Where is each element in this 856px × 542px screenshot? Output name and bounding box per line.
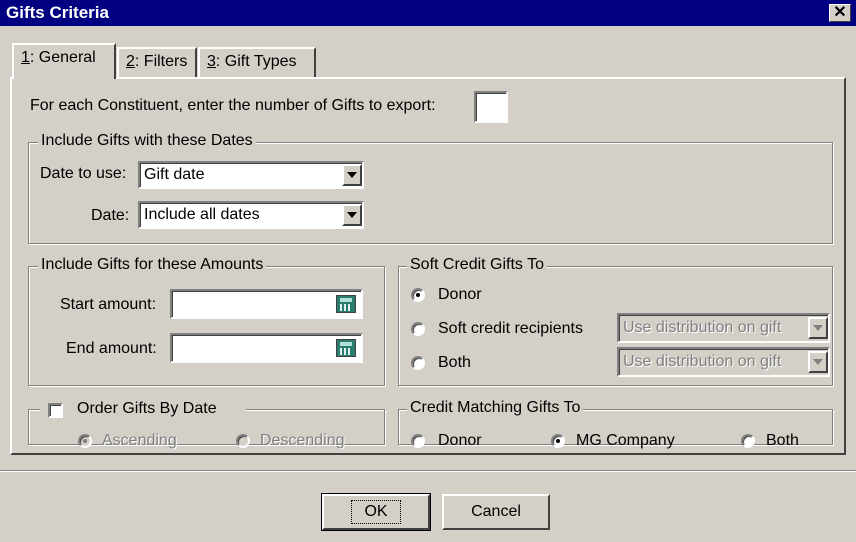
date-dropdown-button[interactable] [342, 204, 362, 226]
amounts-group [28, 266, 385, 386]
date-to-use-select[interactable]: Gift date [138, 161, 364, 189]
soft-credit-recipients-radio[interactable] [411, 322, 425, 336]
descending-radio[interactable] [236, 434, 250, 448]
radio-selected-dot [556, 439, 560, 443]
date-value: Include all dates [144, 206, 260, 223]
calculator-icon[interactable] [336, 339, 356, 357]
order-by-date-label: Order Gifts By Date [77, 400, 217, 417]
order-by-date-checkbox[interactable] [48, 403, 63, 418]
tab-gift-types-hotkey: 3 [207, 53, 216, 70]
num-gifts-label: For each Constituent, enter the number o… [30, 97, 436, 114]
window-title: Gifts Criteria [6, 3, 109, 22]
amounts-group-legend: Include Gifts for these Amounts [38, 256, 267, 274]
title-bar: Gifts Criteria ✕ [0, 0, 856, 26]
matching-group-legend: Credit Matching Gifts To [407, 399, 584, 417]
date-to-use-label: Date to use: [40, 165, 127, 182]
radio-selected-dot [416, 293, 420, 297]
radio-selected-dot [83, 439, 87, 443]
tab-general-hotkey: 1 [21, 49, 30, 66]
matching-both-radio[interactable] [741, 434, 755, 448]
close-icon: ✕ [833, 4, 847, 21]
ascending-radio[interactable] [78, 434, 92, 448]
soft-credit-both-radio[interactable] [411, 356, 425, 370]
chevron-down-icon [347, 212, 357, 218]
end-amount-input[interactable] [170, 333, 363, 363]
tab-gift-types-label: : Gift Types [215, 53, 297, 70]
both-distribution-dropdown-button[interactable] [808, 351, 828, 373]
ok-button[interactable]: OK [321, 493, 431, 531]
chevron-down-icon [347, 172, 357, 178]
end-amount-label: End amount: [66, 340, 157, 357]
soft-credit-both-label: Both [438, 354, 471, 371]
soft-credit-recipients-label: Soft credit recipients [438, 320, 583, 337]
ok-button-label: OK [351, 500, 401, 524]
recipients-distribution-dropdown-button[interactable] [808, 317, 828, 339]
tab-filters-label: : Filters [134, 53, 188, 70]
cancel-button-label: Cancel [471, 503, 521, 520]
matching-both-label: Both [766, 432, 799, 449]
matching-mg-company-label: MG Company [576, 432, 675, 449]
chevron-down-icon [813, 359, 823, 365]
matching-mg-company-radio[interactable] [551, 434, 565, 448]
descending-label: Descending [260, 432, 345, 449]
num-gifts-input[interactable] [474, 91, 508, 123]
calculator-icon[interactable] [336, 295, 356, 313]
dates-group-legend: Include Gifts with these Dates [38, 132, 256, 150]
button-separator [0, 470, 856, 472]
date-label: Date: [91, 207, 130, 224]
soft-credit-donor-radio[interactable] [411, 288, 425, 302]
soft-credit-donor-label: Donor [438, 286, 482, 303]
tab-filters-hotkey: 2 [126, 53, 135, 70]
chevron-down-icon [813, 325, 823, 331]
matching-donor-radio[interactable] [411, 434, 425, 448]
start-amount-label: Start amount: [60, 296, 157, 313]
tab-general-label: : General [29, 49, 96, 66]
tab-general[interactable]: 1: General [12, 43, 116, 79]
matching-donor-label: Donor [438, 432, 482, 449]
both-distribution-select[interactable]: Use distribution on gift [617, 347, 830, 377]
date-to-use-dropdown-button[interactable] [342, 164, 362, 186]
date-select[interactable]: Include all dates [138, 201, 364, 229]
ascending-label: Ascending [102, 432, 177, 449]
tab-filters[interactable]: 2: Filters [117, 47, 197, 77]
start-amount-input[interactable] [170, 289, 363, 319]
date-to-use-value: Gift date [144, 166, 205, 183]
soft-credit-group-legend: Soft Credit Gifts To [407, 256, 547, 274]
recipients-distribution-select[interactable]: Use distribution on gift [617, 313, 830, 343]
recipients-distribution-value: Use distribution on gift [623, 319, 782, 336]
cancel-button[interactable]: Cancel [442, 494, 550, 530]
tab-gift-types[interactable]: 3: Gift Types [198, 47, 316, 77]
close-button[interactable]: ✕ [829, 4, 851, 22]
both-distribution-value: Use distribution on gift [623, 353, 782, 370]
